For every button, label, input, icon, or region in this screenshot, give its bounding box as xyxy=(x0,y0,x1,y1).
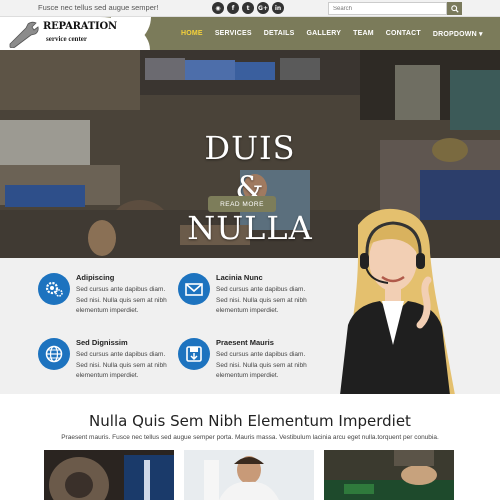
main-nav: HOME SERVICES DETAILS GALLERY TEAM CONTA… xyxy=(175,17,489,50)
googleplus-icon[interactable]: G+ xyxy=(257,2,269,14)
feature-desc: Sed cursus ante dapibus diam. Sed nisi. … xyxy=(216,351,307,379)
social-links: ◉ f t G+ in xyxy=(212,2,284,14)
caret-down-icon: ▾ xyxy=(476,30,483,38)
gallery-thumb[interactable] xyxy=(324,450,454,500)
twitter-icon[interactable]: t xyxy=(242,2,254,14)
logo-subtitle: service center xyxy=(46,35,87,43)
gears-icon xyxy=(38,273,70,305)
read-more-button[interactable]: READ MORE xyxy=(208,196,276,212)
nav-team[interactable]: TEAM xyxy=(347,30,380,37)
envelope-icon xyxy=(178,273,210,305)
feature-item[interactable]: Adipiscing Sed cursus ante dapibus diam.… xyxy=(38,273,178,333)
nav-services[interactable]: SERVICES xyxy=(209,30,258,37)
nav-details[interactable]: DETAILS xyxy=(258,30,301,37)
nav-dropdown[interactable]: DROPDOWN ▾ xyxy=(427,30,489,38)
search-icon xyxy=(450,4,459,13)
feature-title: Adipiscing xyxy=(76,273,115,282)
page: Fusce nec tellus sed augue semper! ◉ f t… xyxy=(0,0,500,500)
about-section: Nulla Quis Sem Nibh Elementum Imperdiet … xyxy=(0,394,500,500)
gallery-thumb[interactable] xyxy=(184,450,314,500)
nav-gallery[interactable]: GALLERY xyxy=(301,30,348,37)
support-operator-image xyxy=(340,208,455,395)
feature-item[interactable]: Sed Dignissim Sed cursus ante dapibus di… xyxy=(38,338,178,398)
rss-icon[interactable]: ◉ xyxy=(212,2,224,14)
globe-icon xyxy=(38,338,70,370)
section-description: Praesent mauris. Fusce nec tellus sed au… xyxy=(61,434,439,441)
nav-dropdown-label: DROPDOWN xyxy=(432,30,477,38)
feature-desc: Sed cursus ante dapibus diam. Sed nisi. … xyxy=(76,351,167,379)
save-icon xyxy=(178,338,210,370)
facebook-icon[interactable]: f xyxy=(227,2,239,14)
feature-title: Lacinia Nunc xyxy=(216,273,263,282)
logo-title: REPARATION xyxy=(43,21,117,32)
linkedin-icon[interactable]: in xyxy=(272,2,284,14)
feature-item[interactable]: Praesent Mauris Sed cursus ante dapibus … xyxy=(178,338,318,398)
feature-desc: Sed cursus ante dapibus diam. Sed nisi. … xyxy=(216,286,307,314)
wrench-icon xyxy=(9,21,39,48)
search-box xyxy=(328,2,462,15)
section-title: Nulla Quis Sem Nibh Elementum Imperdiet xyxy=(89,412,411,430)
nav-home[interactable]: HOME xyxy=(175,30,209,37)
top-bar: Fusce nec tellus sed augue semper! ◉ f t… xyxy=(0,0,500,17)
feature-desc: Sed cursus ante dapibus diam. Sed nisi. … xyxy=(76,286,167,314)
gallery-thumb[interactable] xyxy=(44,450,174,500)
search-input[interactable] xyxy=(328,2,447,15)
hero-title-line-1: DUIS xyxy=(204,129,296,167)
feature-title: Praesent Mauris xyxy=(216,338,274,347)
feature-item[interactable]: Lacinia Nunc Sed cursus ante dapibus dia… xyxy=(178,273,318,333)
tagline: Fusce nec tellus sed augue semper! xyxy=(38,3,159,12)
nav-contact[interactable]: CONTACT xyxy=(380,30,427,37)
search-button[interactable] xyxy=(447,2,462,15)
feature-title: Sed Dignissim xyxy=(76,338,128,347)
